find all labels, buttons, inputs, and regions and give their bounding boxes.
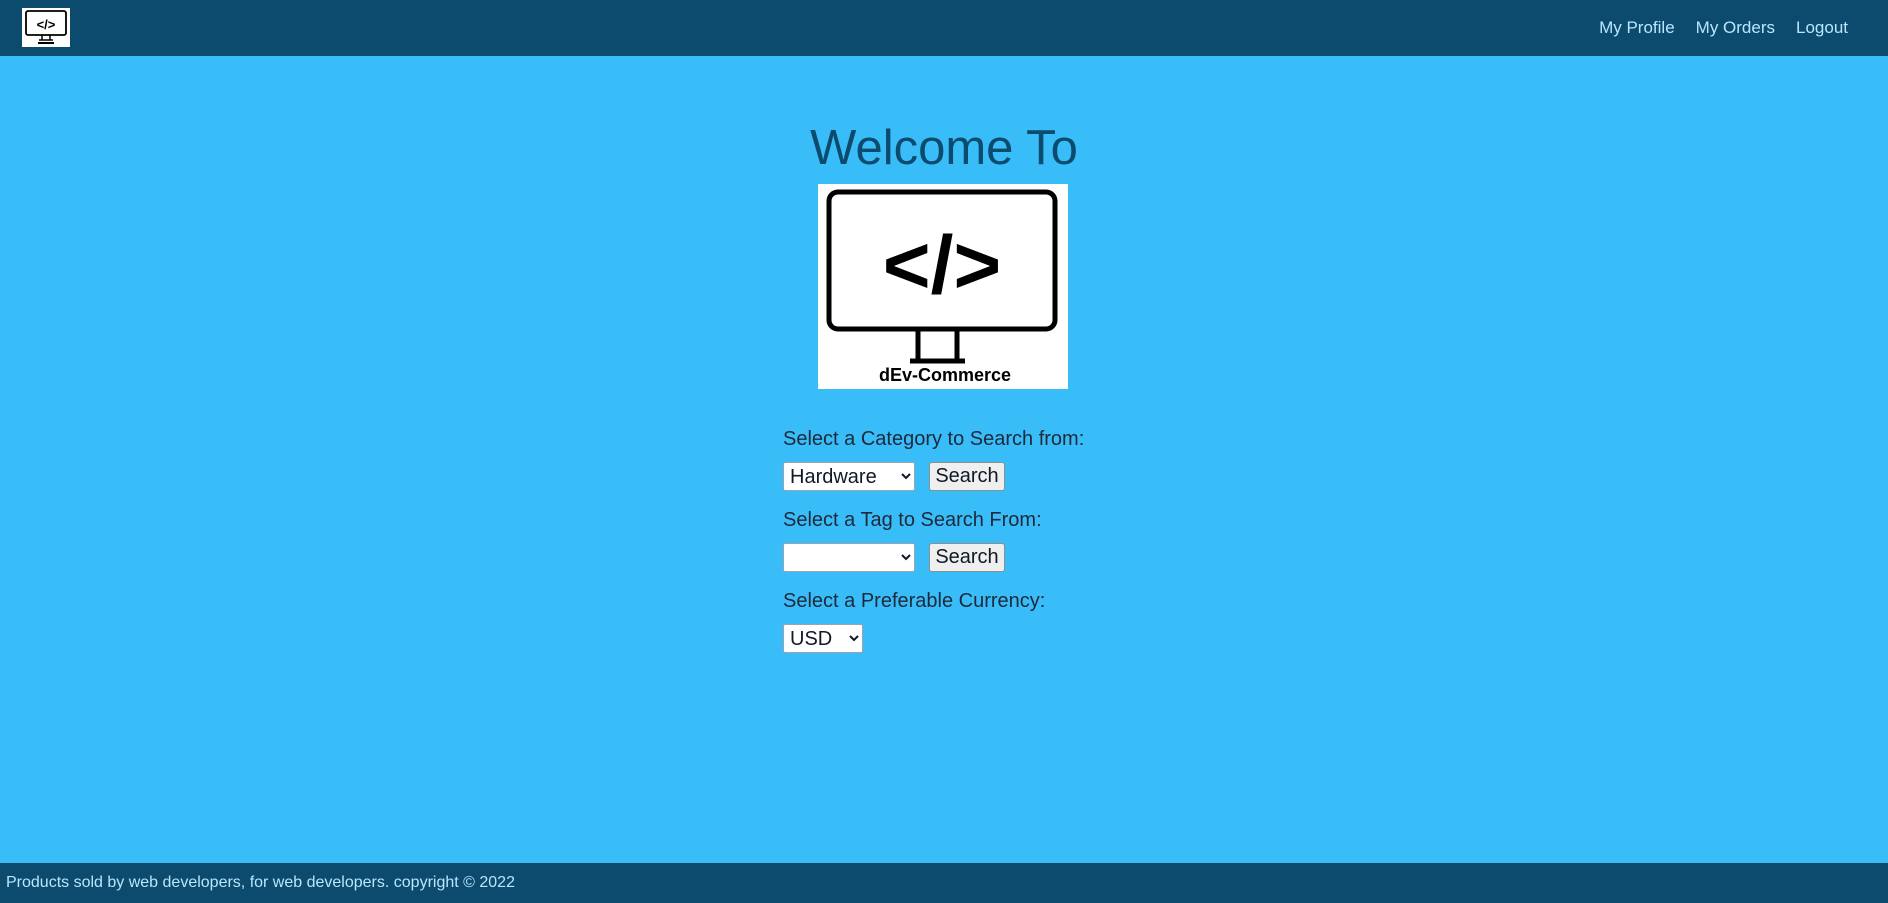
dev-commerce-logo: </> dEv-Commerce [818, 184, 1068, 389]
footer-copyright-text: Products sold by web developers, for web… [6, 874, 515, 891]
tag-search-button[interactable]: Search [929, 543, 1005, 572]
page-footer: Products sold by web developers, for web… [0, 863, 1888, 903]
welcome-title: Welcome To [810, 121, 1078, 175]
logo-brand-text: dEv-Commerce [879, 365, 1011, 385]
tag-select[interactable] [783, 543, 915, 572]
site-logo[interactable]: </> [22, 8, 70, 47]
category-search-button[interactable]: Search [929, 462, 1005, 491]
top-navbar: </> My Profile My Orders Logout [0, 0, 1888, 56]
main-nav: My Profile My Orders Logout [1599, 0, 1848, 56]
category-select[interactable]: Hardware [783, 462, 915, 491]
logo-code-glyph: </> [883, 220, 1002, 311]
logo-small-code: </> [37, 17, 56, 32]
nav-my-profile-link[interactable]: My Profile [1599, 18, 1675, 38]
currency-label: Select a Preferable Currency: [783, 590, 1046, 612]
tag-label: Select a Tag to Search From: [783, 509, 1042, 531]
monitor-code-icon: </> [25, 10, 67, 44]
monitor-code-icon: </> dEv-Commerce [826, 189, 1058, 385]
currency-select[interactable]: USD [783, 624, 863, 653]
nav-logout-link[interactable]: Logout [1796, 18, 1848, 38]
category-label: Select a Category to Search from: [783, 428, 1085, 450]
nav-my-orders-link[interactable]: My Orders [1696, 18, 1775, 38]
